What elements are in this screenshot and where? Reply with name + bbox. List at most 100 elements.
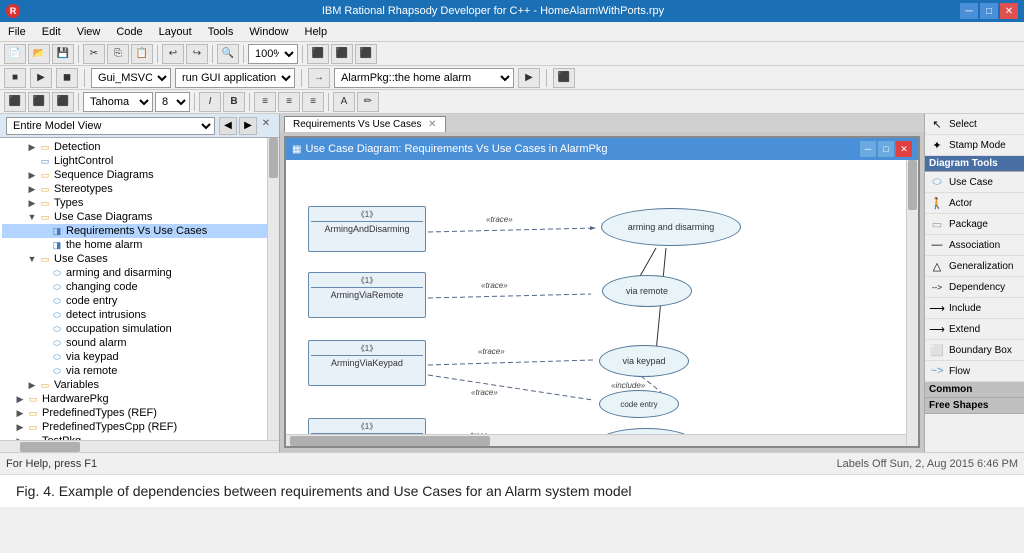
usecase-via-remote[interactable]: via remote bbox=[602, 275, 692, 307]
tb2-b3[interactable]: ◼ bbox=[56, 68, 78, 88]
tree-item-changing-code[interactable]: ⬭ changing code bbox=[2, 280, 277, 294]
tb-more3[interactable]: ⬛ bbox=[355, 44, 377, 64]
panel-btn-fwd[interactable]: ▶ bbox=[239, 117, 257, 135]
menu-code[interactable]: Code bbox=[112, 24, 146, 40]
tree-item-predefined-cpp[interactable]: ▶ ▭ PredefinedTypesCpp (REF) bbox=[2, 420, 277, 434]
tree-item-types[interactable]: ▶ ▭ Types bbox=[2, 196, 277, 210]
tb3-color2[interactable]: ✏ bbox=[357, 92, 379, 112]
tool-association[interactable]: — Association bbox=[925, 235, 1024, 256]
tb2-go[interactable]: → bbox=[308, 68, 330, 88]
tree-toggle[interactable]: ▶ bbox=[14, 435, 26, 440]
tb3-b1[interactable]: ⬛ bbox=[4, 92, 26, 112]
tree-toggle[interactable]: ▶ bbox=[26, 197, 38, 209]
tb3-b3[interactable]: ⬛ bbox=[52, 92, 74, 112]
tb-copy[interactable]: ⎘ bbox=[107, 44, 129, 64]
menu-layout[interactable]: Layout bbox=[155, 24, 196, 40]
tree-toggle[interactable]: ▶ bbox=[14, 393, 26, 405]
menu-file[interactable]: File bbox=[4, 24, 30, 40]
tool-include[interactable]: ⟶ Include bbox=[925, 298, 1024, 319]
tool-boundary-box[interactable]: ⬜ Boundary Box bbox=[925, 340, 1024, 361]
tb-undo[interactable]: ↩ bbox=[162, 44, 184, 64]
tb3-b2[interactable]: ⬛ bbox=[28, 92, 50, 112]
tree-toggle[interactable]: ▶ bbox=[26, 169, 38, 181]
menu-edit[interactable]: Edit bbox=[38, 24, 65, 40]
diagram-tab[interactable]: Requirements Vs Use Cases ✕ bbox=[284, 116, 446, 132]
horizontal-scrollbar[interactable] bbox=[0, 440, 279, 452]
tree-item-home-alarm[interactable]: ◨ the home alarm bbox=[2, 238, 277, 252]
req-box-arming-disarming[interactable]: 《1》 ArmingAndDisarming bbox=[308, 206, 426, 252]
diagram-scrollbar[interactable] bbox=[906, 160, 918, 446]
usecase-code-entry[interactable]: code entry bbox=[599, 390, 679, 418]
tree-item-via-keypad[interactable]: ⬭ via keypad bbox=[2, 350, 277, 364]
zoom-dropdown[interactable]: 100% bbox=[248, 44, 298, 64]
tb-paste[interactable]: 📋 bbox=[131, 44, 153, 64]
tree-item-detection[interactable]: ▶ ▭ Detection bbox=[2, 140, 277, 154]
common-header[interactable]: Common bbox=[925, 382, 1024, 398]
tree-item-seqdiag[interactable]: ▶ ▭ Sequence Diagrams bbox=[2, 168, 277, 182]
diagram-max-btn[interactable]: □ bbox=[878, 141, 894, 157]
tool-stamp[interactable]: ✦ Stamp Mode bbox=[925, 135, 1024, 156]
tb3-align-c[interactable]: ≡ bbox=[278, 92, 300, 112]
tb3-italic[interactable]: I bbox=[199, 92, 221, 112]
diagram-min-btn[interactable]: ─ bbox=[860, 141, 876, 157]
panel-btn-back[interactable]: ◀ bbox=[219, 117, 237, 135]
tb-search[interactable]: 🔍 bbox=[217, 44, 239, 64]
tree-item-stereotypes[interactable]: ▶ ▭ Stereotypes bbox=[2, 182, 277, 196]
free-shapes-header[interactable]: Free Shapes bbox=[925, 398, 1024, 414]
tool-extend[interactable]: ⟶ Extend bbox=[925, 319, 1024, 340]
tb2-b1[interactable]: ■ bbox=[4, 68, 26, 88]
tb-cut[interactable]: ✂ bbox=[83, 44, 105, 64]
tree-toggle[interactable]: ▶ bbox=[26, 141, 38, 153]
tree-item-hardwarepkg[interactable]: ▶ ▭ HardwarePkg bbox=[2, 392, 277, 406]
model-dropdown[interactable]: AlarmPkg::the home alarm bbox=[334, 68, 514, 88]
font-dropdown[interactable]: Tahoma bbox=[83, 92, 153, 112]
tool-select[interactable]: ↖ Select bbox=[925, 114, 1024, 135]
diagram-content[interactable]: «trace» «trace» «trace» «include» bbox=[286, 160, 918, 446]
tree-item-arming[interactable]: ⬭ arming and disarming bbox=[2, 266, 277, 280]
tb2-model-btn[interactable]: ▶ bbox=[518, 68, 540, 88]
tb3-align-r[interactable]: ≡ bbox=[302, 92, 324, 112]
tb-open[interactable]: 📂 bbox=[28, 44, 50, 64]
tree-item-sound-alarm[interactable]: ⬭ sound alarm bbox=[2, 336, 277, 350]
tb-save[interactable]: 💾 bbox=[52, 44, 74, 64]
menu-window[interactable]: Window bbox=[245, 24, 292, 40]
tree-item-predefined[interactable]: ▶ ▭ PredefinedTypes (REF) bbox=[2, 406, 277, 420]
tb3-bold[interactable]: B bbox=[223, 92, 245, 112]
tree-toggle[interactable]: ▼ bbox=[26, 211, 38, 223]
menu-tools[interactable]: Tools bbox=[204, 24, 238, 40]
tb2-more[interactable]: ⬛ bbox=[553, 68, 575, 88]
panel-close-btn[interactable]: ✕ bbox=[259, 117, 273, 131]
tab-close-btn[interactable]: ✕ bbox=[428, 119, 436, 130]
tree-toggle[interactable]: ▶ bbox=[14, 407, 26, 419]
diagram-close-btn[interactable]: ✕ bbox=[896, 141, 912, 157]
tree-item-occupation[interactable]: ⬭ occupation simulation bbox=[2, 322, 277, 336]
tb-more2[interactable]: ⬛ bbox=[331, 44, 353, 64]
usecase-arming-disarming[interactable]: arming and disarming bbox=[601, 208, 741, 246]
tree-item-variables[interactable]: ▶ ▭ Variables bbox=[2, 378, 277, 392]
tb3-align-l[interactable]: ≡ bbox=[254, 92, 276, 112]
tool-use-case[interactable]: ⬭ Use Case bbox=[925, 172, 1024, 193]
menu-view[interactable]: View bbox=[73, 24, 105, 40]
tree-toggle[interactable]: ▶ bbox=[26, 379, 38, 391]
model-view-dropdown[interactable]: Entire Model View bbox=[6, 117, 215, 135]
tree-item-usecases[interactable]: ▼ ▭ Use Cases bbox=[2, 252, 277, 266]
tree-toggle[interactable]: ▶ bbox=[26, 183, 38, 195]
tree-item-detect-intrusions[interactable]: ⬭ detect intrusions bbox=[2, 308, 277, 322]
size-dropdown[interactable]: 8 bbox=[155, 92, 190, 112]
tree-toggle[interactable]: ▶ bbox=[14, 421, 26, 433]
tool-package[interactable]: ▭ Package bbox=[925, 214, 1024, 235]
tree-scrollbar[interactable] bbox=[267, 138, 279, 440]
tb-new[interactable]: 📄 bbox=[4, 44, 26, 64]
tree-item-requirements-vs-use-cases[interactable]: ◨ Requirements Vs Use Cases bbox=[2, 224, 277, 238]
tree-view[interactable]: ▶ ▭ Detection ▭ LightControl ▶ ▭ Sequenc… bbox=[0, 138, 279, 440]
req-box-via-keypad[interactable]: 《1》 ArmingViaKeypad bbox=[308, 340, 426, 386]
menu-help[interactable]: Help bbox=[301, 24, 332, 40]
tb-more1[interactable]: ⬛ bbox=[307, 44, 329, 64]
close-button[interactable]: ✕ bbox=[1000, 3, 1018, 19]
tool-generalization[interactable]: △ Generalization bbox=[925, 256, 1024, 277]
diagram-tools-header[interactable]: Diagram Tools bbox=[925, 156, 1024, 172]
req-box-via-remote[interactable]: 《1》 ArmingViaRemote bbox=[308, 272, 426, 318]
run-config-dropdown[interactable]: run GUI application bbox=[175, 68, 295, 88]
tool-dependency[interactable]: --> Dependency bbox=[925, 277, 1024, 298]
tb3-color[interactable]: A bbox=[333, 92, 355, 112]
